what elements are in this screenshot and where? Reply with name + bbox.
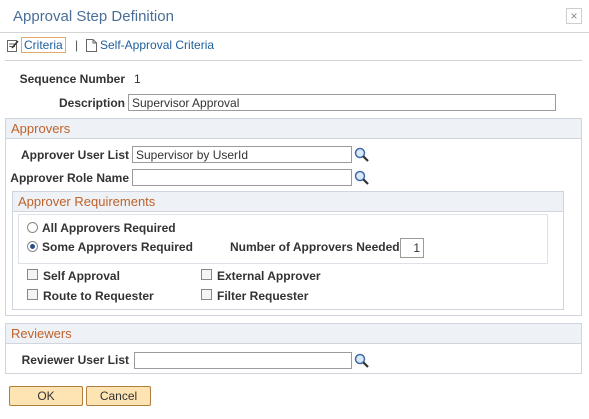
all-approvers-radio[interactable] xyxy=(27,222,38,233)
approver-requirements-title: Approver Requirements xyxy=(13,192,563,212)
self-approval-checkbox[interactable] xyxy=(27,269,38,280)
approver-user-list-input[interactable] xyxy=(132,146,352,163)
tab-separator: | xyxy=(75,38,79,52)
self-approval-label: Self Approval xyxy=(43,269,120,283)
filter-requester-checkbox[interactable] xyxy=(201,289,212,300)
ok-button[interactable]: OK xyxy=(9,386,83,406)
document-icon xyxy=(86,38,97,52)
search-icon[interactable] xyxy=(354,170,370,186)
number-needed-label: Number of Approvers Needed xyxy=(230,240,400,254)
criteria-icon xyxy=(7,39,19,52)
tab-criteria[interactable]: Criteria xyxy=(7,36,66,54)
search-icon[interactable] xyxy=(354,147,370,163)
reviewer-user-list-label: Reviewer User List xyxy=(21,353,129,367)
route-to-requester-label: Route to Requester xyxy=(43,289,154,303)
filter-requester-label: Filter Requester xyxy=(217,289,309,303)
all-approvers-label: All Approvers Required xyxy=(42,221,176,235)
window-title: Approval Step Definition xyxy=(13,8,174,25)
search-icon[interactable] xyxy=(354,353,370,369)
sequence-number-label: Sequence Number xyxy=(19,72,125,86)
description-input[interactable] xyxy=(128,94,556,111)
reviewer-user-list-input[interactable] xyxy=(134,352,352,369)
description-label: Description xyxy=(58,96,125,110)
some-approvers-radio[interactable] xyxy=(27,241,38,252)
number-needed-input[interactable] xyxy=(400,238,424,258)
approvers-title: Approvers xyxy=(6,119,581,139)
tab-criteria-label[interactable]: Criteria xyxy=(21,37,66,53)
cancel-button[interactable]: Cancel xyxy=(86,386,151,406)
route-to-requester-checkbox[interactable] xyxy=(27,289,38,300)
external-approver-label: External Approver xyxy=(217,269,321,283)
close-icon[interactable]: × xyxy=(566,8,582,24)
external-approver-checkbox[interactable] xyxy=(201,269,212,280)
approver-role-name-input[interactable] xyxy=(132,169,352,186)
approver-role-name-label: Approver Role Name xyxy=(10,171,129,185)
some-approvers-label: Some Approvers Required xyxy=(42,240,193,254)
tab-self-approval-criteria[interactable]: Self-Approval Criteria xyxy=(86,36,214,54)
approver-user-list-label: Approver User List xyxy=(20,148,129,162)
tab-self-approval-label[interactable]: Self-Approval Criteria xyxy=(100,38,214,52)
sequence-number-value: 1 xyxy=(134,72,141,86)
reviewers-title: Reviewers xyxy=(6,324,581,344)
